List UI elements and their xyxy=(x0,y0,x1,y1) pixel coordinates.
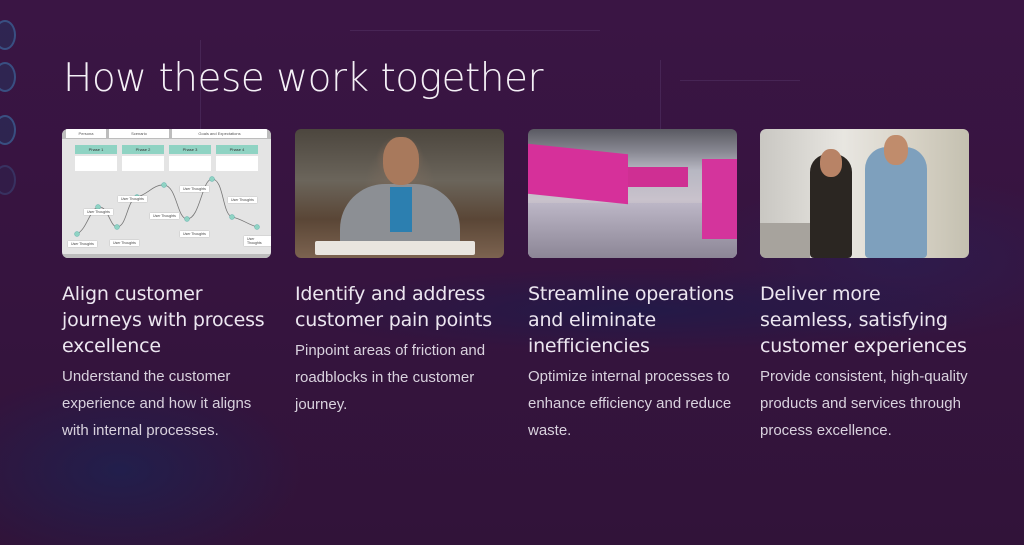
user-thoughts-note: User Thoughts xyxy=(118,196,147,202)
journey-map-image: Persona Scenario Goals and Expectations … xyxy=(62,129,271,258)
user-thoughts-note: User Thoughts xyxy=(244,236,271,246)
journey-point xyxy=(229,214,235,220)
card-heading: Identify and address customer pain point… xyxy=(295,283,492,331)
user-thoughts-note: User Thoughts xyxy=(110,240,139,246)
page-title: How these work together xyxy=(63,56,544,101)
user-thoughts-note: User Thoughts xyxy=(180,186,209,192)
user-thoughts-note: User Thoughts xyxy=(228,197,257,203)
card-satisfying-experiences: Deliver more seamless, satisfying custom… xyxy=(760,129,969,444)
user-thoughts-note: User Thoughts xyxy=(150,213,179,219)
card-body: Optimize internal processes to enhance e… xyxy=(528,368,732,439)
card-heading: Streamline operations and eliminate inef… xyxy=(528,283,734,357)
factory-floor-photo xyxy=(528,129,737,258)
card-body: Provide consistent, high-quality product… xyxy=(760,368,968,439)
journey-map: Persona Scenario Goals and Expectations … xyxy=(62,129,271,258)
card-streamline-operations: Streamline operations and eliminate inef… xyxy=(528,129,737,444)
card-heading: Align customer journeys with process exc… xyxy=(62,283,265,357)
journey-curve xyxy=(74,176,260,237)
journey-point xyxy=(161,182,167,188)
frustrated-man-photo xyxy=(295,129,504,258)
user-thoughts-note: User Thoughts xyxy=(180,231,209,237)
user-thoughts-note: User Thoughts xyxy=(84,209,113,215)
card-body: Pinpoint areas of friction and roadblock… xyxy=(295,342,486,413)
happy-customers-photo xyxy=(760,129,969,258)
journey-point xyxy=(74,231,80,237)
card-body: Understand the customer experience and h… xyxy=(62,368,252,439)
journey-point xyxy=(209,176,215,182)
user-thoughts-note: User Thoughts xyxy=(68,241,97,247)
journey-point xyxy=(114,224,120,230)
journey-point xyxy=(254,224,260,230)
card-align-journeys: Persona Scenario Goals and Expectations … xyxy=(62,129,271,444)
card-pain-points: Identify and address customer pain point… xyxy=(295,129,504,418)
journey-point xyxy=(184,216,190,222)
card-heading: Deliver more seamless, satisfying custom… xyxy=(760,283,967,357)
